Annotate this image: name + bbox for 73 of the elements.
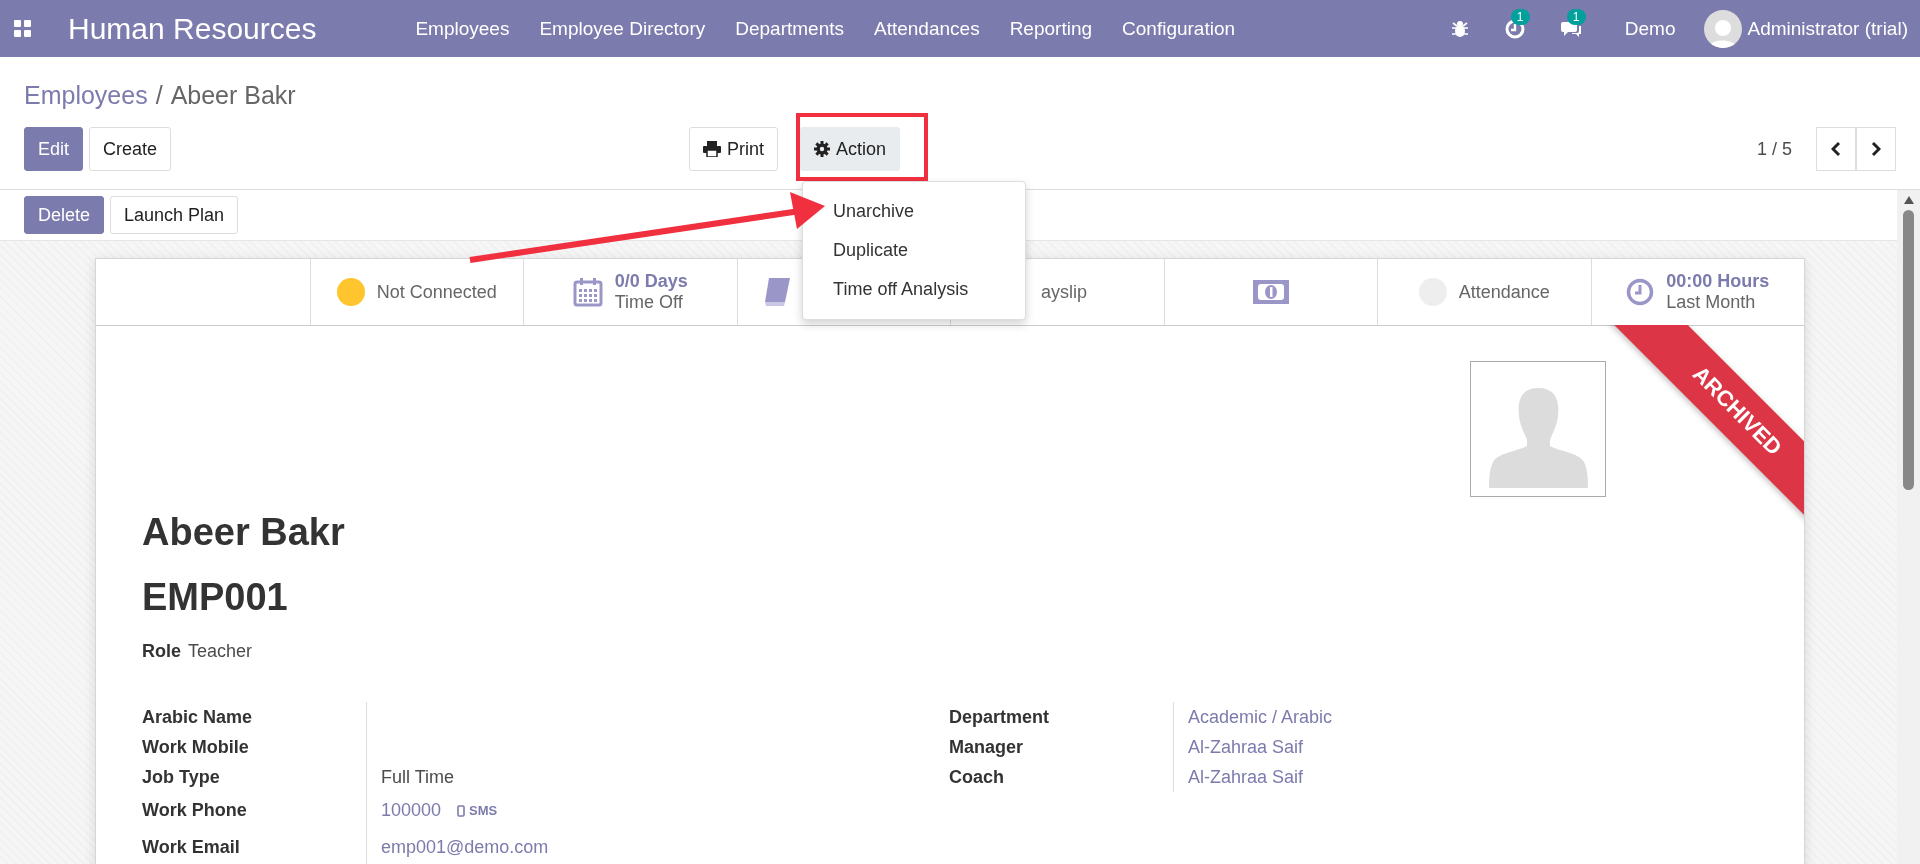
chevron-left-icon (1831, 141, 1841, 157)
field-label: Role (142, 641, 181, 662)
field-link[interactable]: Al-Zahraa Saif (1188, 736, 1304, 758)
chevron-right-icon (1871, 141, 1881, 157)
stat-button[interactable]: 00:00 Hours Last Month (1626, 271, 1770, 313)
field-label: Work Phone (142, 800, 247, 821)
field-value: Full Time (381, 766, 454, 788)
dropdown-item[interactable]: Time off Analysis (833, 270, 969, 309)
dropdown-item[interactable]: Unarchive (833, 192, 915, 231)
book-icon (762, 277, 791, 307)
field-label: Work Mobile (142, 736, 249, 758)
phone-icon (457, 804, 466, 817)
stat-label: Attendance (1458, 281, 1550, 303)
banknote-icon (1252, 280, 1289, 304)
toolbar-button[interactable]: Edit (24, 127, 84, 171)
stat-button[interactable] (1252, 280, 1289, 304)
menu-item[interactable]: Reporting (994, 17, 1108, 40)
menu-item[interactable]: Attendances (859, 17, 995, 40)
stat-label: Last Month (1666, 292, 1757, 313)
stat-button[interactable]: 0/0 Days Time Off (572, 271, 688, 313)
printer-icon (703, 141, 722, 157)
apps-menu-icon[interactable] (14, 19, 32, 38)
next-button[interactable] (1856, 127, 1896, 171)
field-link[interactable]: emp001@demo.com (381, 837, 549, 858)
company-switcher[interactable]: Demo (1600, 17, 1704, 40)
stat-value: 00:00 Hours (1666, 271, 1770, 292)
status-button[interactable]: Delete (24, 196, 105, 234)
breadcrumb-link[interactable]: Employees (24, 80, 148, 110)
field-label: Manager (949, 736, 1024, 758)
employee-code: EMP001 (142, 576, 289, 619)
stat-button[interactable]: ayslip (1041, 281, 1088, 303)
stat-label: Time Off (614, 292, 684, 313)
stat-value: 0/0 Days (614, 271, 688, 292)
user-menu[interactable]: Administrator (trial) (1747, 17, 1908, 40)
field-value: Teacher (188, 641, 253, 662)
status-button[interactable]: Launch Plan (110, 196, 239, 234)
stat-button[interactable]: Attendance (1418, 278, 1550, 306)
field-label: Department (949, 706, 1050, 728)
calendar-icon (572, 277, 603, 307)
print-button[interactable]: Print (689, 127, 779, 171)
dropdown-item[interactable]: Duplicate (833, 231, 909, 270)
clock-icon (1626, 278, 1655, 306)
phone-link[interactable]: 100000 (381, 800, 442, 821)
gear-icon (814, 141, 831, 157)
notification-badge: 1 (1510, 8, 1530, 25)
pager-counter: 1 / 5 (1756, 138, 1792, 160)
menu-item[interactable]: Configuration (1107, 17, 1251, 40)
breadcrumb-separator: / (155, 80, 163, 110)
previous-button[interactable] (1816, 127, 1856, 171)
menu-item[interactable]: Departments (720, 17, 859, 40)
field-label: Coach (949, 766, 1004, 788)
user-avatar[interactable] (1703, 9, 1742, 48)
app-title: Human Resources (68, 11, 317, 46)
scrollbar-thumb[interactable] (1903, 210, 1914, 490)
field-link[interactable]: Academic / Arabic (1188, 706, 1333, 728)
field-label: Work Email (142, 837, 240, 858)
menu-item[interactable]: Employees (400, 17, 525, 40)
field-label: Arabic Name (142, 706, 253, 728)
stat-label: Not Connected (376, 281, 497, 303)
field-label: Job Type (142, 766, 220, 788)
stat-button[interactable] (762, 277, 791, 307)
breadcrumb-current: Abeer Bakr (170, 80, 296, 110)
field-link[interactable]: Al-Zahraa Saif (1188, 766, 1304, 788)
avatar-placeholder-icon[interactable] (1470, 361, 1606, 497)
notification-badge: 1 (1566, 8, 1586, 25)
scroll-up-icon[interactable] (1903, 196, 1914, 204)
stat-button[interactable]: Not Connected (336, 278, 497, 306)
sms-button[interactable]: SMS (457, 803, 498, 818)
action-button[interactable]: Action (800, 127, 901, 171)
bug-icon[interactable] (1450, 19, 1469, 38)
toolbar-button[interactable]: Create (89, 127, 172, 171)
employee-name: Abeer Bakr (142, 511, 346, 554)
menu-item[interactable]: Employee Directory (524, 17, 721, 40)
